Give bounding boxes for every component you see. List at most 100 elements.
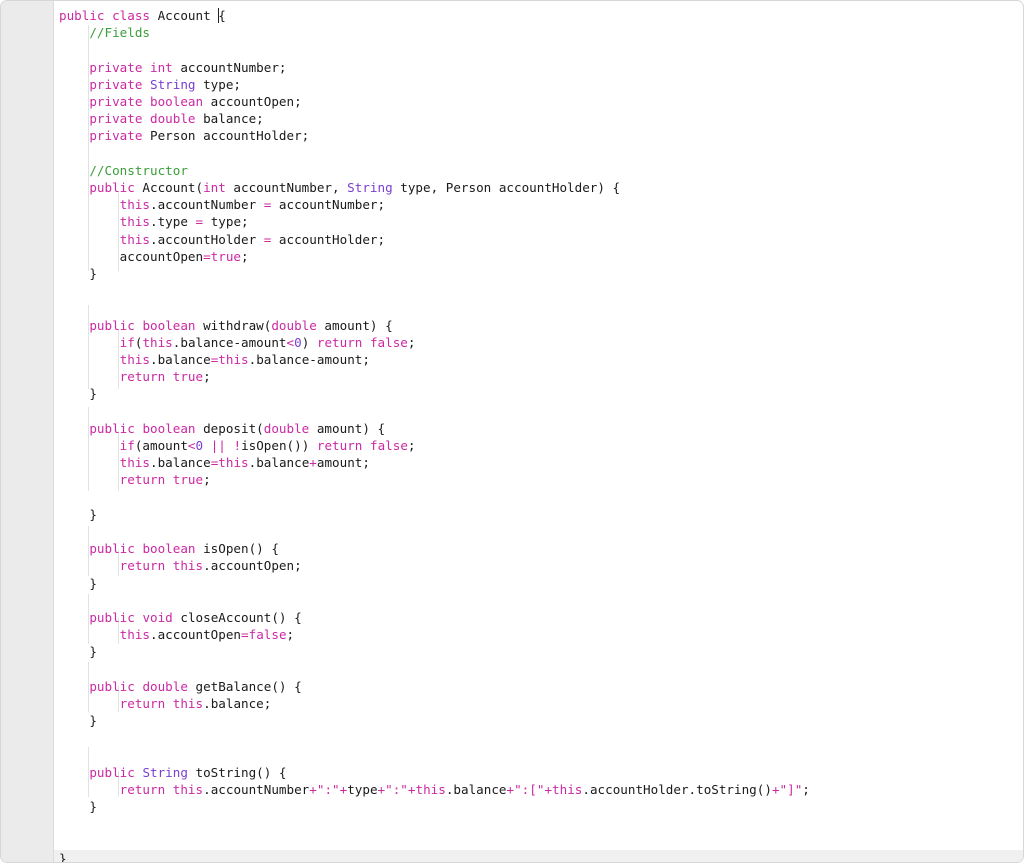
code-line-text[interactable]: public double getBalance() { [59,678,302,695]
code-line[interactable]: 38 } [1,643,1024,660]
code-line[interactable]: 25 public boolean deposit(double amount)… [1,420,1024,437]
code-line-text[interactable]: } [59,850,67,863]
code-line-text[interactable]: if(this.balance-amount<0) return false; [59,334,415,351]
code-line[interactable]: 12 this.accountNumber = accountNumber; [1,196,1024,213]
code-line[interactable]: 17 [1,282,1024,299]
code-line-text[interactable]: private boolean accountOpen; [59,93,302,110]
code-line-text[interactable]: return this.balance; [59,695,271,712]
code-line-text[interactable]: public boolean deposit(double amount) { [59,420,385,437]
code-line-text[interactable]: //Constructor [59,162,188,179]
code-line-text[interactable]: public void closeAccount() { [59,609,302,626]
code-token-pl [142,77,150,92]
code-line[interactable]: 23 } [1,385,1024,402]
code-line[interactable]: 47 } [1,798,1024,815]
code-line[interactable]: 26 if(amount<0 || !isOpen()) return fals… [1,437,1024,454]
code-line[interactable]: 40 public double getBalance() { [1,678,1024,695]
code-line-text[interactable]: //Fields [59,24,150,41]
code-line-text[interactable]: public boolean withdraw(double amount) { [59,317,393,334]
code-line-text[interactable]: this.accountNumber = accountNumber; [59,196,385,213]
code-line[interactable]: 44 [1,747,1024,764]
code-line[interactable]: 28 return true; [1,471,1024,488]
code-line[interactable]: 31 [1,523,1024,540]
code-editor[interactable]: 1public class Account {2 //Fields34 priv… [0,0,1024,863]
code-line-text[interactable]: this.balance=this.balance-amount; [59,351,370,368]
code-line[interactable]: 15 accountOpen=true; [1,248,1024,265]
code-line-text[interactable]: accountOpen=true; [59,248,249,265]
code-line[interactable]: 39 [1,661,1024,678]
code-line-text[interactable]: public Account(int accountNumber, String… [59,179,620,196]
code-line-text[interactable]: } [59,265,97,282]
code-token-pl [142,94,150,109]
code-line[interactable]: 50} [1,850,1024,863]
code-line[interactable]: 46 return this.accountNumber+":"+type+":… [1,781,1024,798]
code-line-text[interactable]: private String type; [59,76,241,93]
code-line[interactable]: 2 //Fields [1,24,1024,41]
code-line-text[interactable]: } [59,643,97,660]
code-line[interactable]: 5 private String type; [1,76,1024,93]
code-line[interactable]: 24 [1,403,1024,420]
code-line[interactable]: 43 [1,729,1024,746]
code-line-text[interactable]: this.accountOpen=false; [59,626,294,643]
code-line-text[interactable]: this.type = type; [59,213,249,230]
code-line[interactable]: 33 return this.accountOpen; [1,557,1024,574]
code-line-text[interactable]: } [59,506,97,523]
code-token-pl [165,782,173,797]
code-token-kw: public [89,610,135,625]
code-line-text[interactable]: public boolean isOpen() { [59,540,279,557]
code-line-text[interactable]: this.accountHolder = accountHolder; [59,231,385,248]
code-token-pl [59,782,120,797]
code-line-text[interactable]: } [59,385,97,402]
code-line[interactable]: 10 //Constructor [1,162,1024,179]
code-line[interactable]: 1public class Account { [1,7,1024,24]
code-line[interactable]: 45 public String toString() { [1,764,1024,781]
code-token-pl: .accountNumber [150,197,264,212]
code-line[interactable]: 48 [1,815,1024,832]
code-token-kw: int [150,60,173,75]
code-line[interactable]: 8 private Person accountHolder; [1,127,1024,144]
code-line-text[interactable]: private double balance; [59,110,264,127]
code-line[interactable]: 13 this.type = type; [1,213,1024,230]
code-line[interactable]: 34 } [1,575,1024,592]
code-line[interactable]: 16 } [1,265,1024,282]
code-line[interactable]: 18 [1,299,1024,316]
code-line[interactable]: 49 [1,833,1024,850]
code-line[interactable]: 35 [1,592,1024,609]
code-line[interactable]: 36 public void closeAccount() { [1,609,1024,626]
code-line-text[interactable]: return this.accountNumber+":"+type+":"+t… [59,781,810,798]
code-line-text[interactable]: this.balance=this.balance+amount; [59,454,370,471]
code-line[interactable]: 29 [1,489,1024,506]
code-line-text[interactable]: return true; [59,368,211,385]
code-line-text[interactable]: private Person accountHolder; [59,127,309,144]
code-line[interactable]: 14 this.accountHolder = accountHolder; [1,231,1024,248]
code-line[interactable]: 6 private boolean accountOpen; [1,93,1024,110]
code-line-text[interactable]: } [59,798,97,815]
code-line-text[interactable]: } [59,575,97,592]
code-line[interactable]: 41 return this.balance; [1,695,1024,712]
code-line[interactable]: 27 this.balance=this.balance+amount; [1,454,1024,471]
code-line[interactable]: 11 public Account(int accountNumber, Str… [1,179,1024,196]
code-line[interactable]: 22 return true; [1,368,1024,385]
code-line[interactable]: 42 } [1,712,1024,729]
code-line[interactable]: 30 } [1,506,1024,523]
code-line-text[interactable]: private int accountNumber; [59,59,287,76]
code-line-text[interactable]: } [59,712,97,729]
code-line-text[interactable]: return this.accountOpen; [59,557,302,574]
code-token-kw: return [120,558,166,573]
code-token-pl [165,472,173,487]
code-line-text[interactable]: public String toString() { [59,764,287,781]
code-line[interactable]: 3 [1,41,1024,58]
code-line[interactable]: 37 this.accountOpen=false; [1,626,1024,643]
code-line[interactable]: 7 private double balance; [1,110,1024,127]
code-line[interactable]: 4 private int accountNumber; [1,59,1024,76]
code-line-text[interactable]: public class Account { [59,7,226,24]
code-line-text[interactable]: if(amount<0 || !isOpen()) return false; [59,437,416,454]
code-line[interactable]: 20 if(this.balance-amount<0) return fals… [1,334,1024,351]
code-line[interactable]: 32 public boolean isOpen() { [1,540,1024,557]
code-content-area[interactable]: 1public class Account {2 //Fields34 priv… [1,1,1024,863]
code-line[interactable]: 19 public boolean withdraw(double amount… [1,317,1024,334]
code-line[interactable]: 9 [1,145,1024,162]
code-line-text[interactable]: return true; [59,471,211,488]
code-line[interactable]: 21 this.balance=this.balance-amount; [1,351,1024,368]
code-token-kw: public [89,421,135,436]
code-token-pl: balance; [196,111,264,126]
